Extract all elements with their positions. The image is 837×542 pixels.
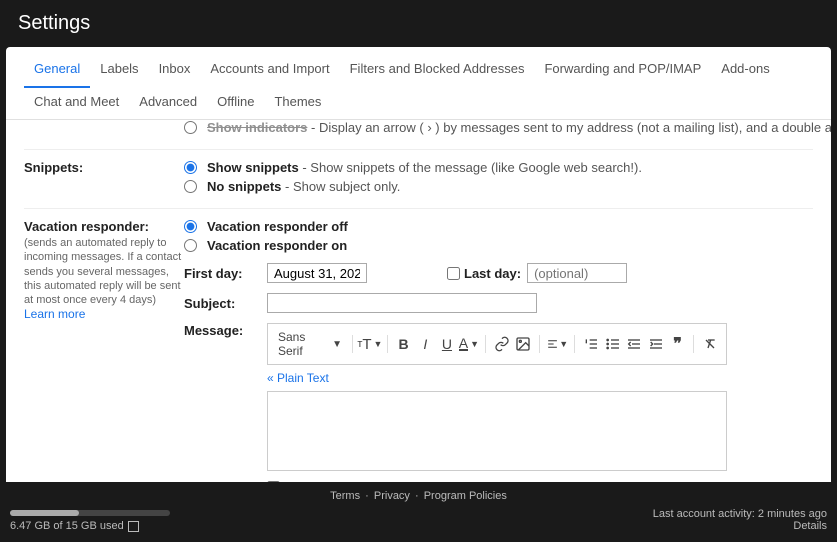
italic-button[interactable]: I bbox=[415, 333, 435, 355]
numbered-list-button[interactable] bbox=[581, 333, 601, 355]
tab-addons[interactable]: Add-ons bbox=[711, 55, 779, 88]
vacation-on-label: Vacation responder on bbox=[207, 238, 347, 253]
page-header: Settings bbox=[0, 0, 837, 47]
vacation-learn-more[interactable]: Learn more bbox=[24, 307, 184, 321]
snippets-row: Snippets: Show snippets - Show snippets … bbox=[24, 149, 813, 204]
link-button[interactable] bbox=[492, 333, 512, 355]
underline-button[interactable]: U bbox=[437, 333, 457, 355]
external-link-icon[interactable] bbox=[128, 521, 139, 532]
show-snippets-desc: - Show snippets of the message (like Goo… bbox=[299, 160, 642, 175]
details-link[interactable]: Details bbox=[653, 520, 827, 532]
last-day-checkbox[interactable] bbox=[447, 267, 460, 280]
last-day-input[interactable] bbox=[527, 263, 627, 283]
indicators-title: Show indicators bbox=[207, 120, 307, 135]
message-body-input[interactable] bbox=[267, 391, 727, 471]
storage-text: 6.47 GB of 15 GB used bbox=[10, 520, 124, 532]
footer-privacy[interactable]: Privacy bbox=[374, 490, 410, 502]
tab-themes[interactable]: Themes bbox=[264, 88, 331, 119]
font-selector[interactable]: Sans Serif ▼ bbox=[274, 328, 346, 360]
first-day-input[interactable] bbox=[267, 263, 367, 283]
footer: Terms · Privacy · Program Policies 6.47 … bbox=[0, 482, 837, 542]
last-day-label: Last day: bbox=[464, 266, 521, 281]
snippets-label: Snippets: bbox=[24, 160, 184, 175]
account-activity: Last account activity: 2 minutes ago bbox=[653, 508, 827, 520]
tab-accounts[interactable]: Accounts and Import bbox=[200, 55, 339, 88]
tab-chat[interactable]: Chat and Meet bbox=[24, 88, 129, 119]
indicators-row: Show indicators - Display an arrow ( › )… bbox=[24, 120, 813, 145]
first-day-label: First day: bbox=[184, 266, 267, 281]
chevron-down-icon: ▼ bbox=[332, 339, 342, 350]
subject-input[interactable] bbox=[267, 293, 537, 313]
show-snippets-title: Show snippets bbox=[207, 160, 299, 175]
subject-label: Subject: bbox=[184, 296, 267, 311]
settings-content: Show indicators - Display an arrow ( › )… bbox=[6, 120, 831, 490]
message-label: Message: bbox=[184, 323, 267, 338]
no-snippets-radio[interactable] bbox=[184, 180, 197, 193]
vacation-label: Vacation responder: bbox=[24, 219, 184, 234]
no-snippets-title: No snippets bbox=[207, 179, 281, 194]
storage-bar bbox=[10, 510, 170, 516]
align-button[interactable]: ▼ bbox=[546, 333, 568, 355]
image-button[interactable] bbox=[514, 333, 534, 355]
indent-more-button[interactable] bbox=[646, 333, 666, 355]
tab-general[interactable]: General bbox=[24, 55, 90, 88]
settings-tabs: General Labels Inbox Accounts and Import… bbox=[6, 47, 831, 120]
vacation-desc: (sends an automated reply to incoming me… bbox=[24, 236, 184, 307]
tab-offline[interactable]: Offline bbox=[207, 88, 264, 119]
tab-filters[interactable]: Filters and Blocked Addresses bbox=[340, 55, 535, 88]
vacation-off-radio[interactable] bbox=[184, 220, 197, 233]
tab-labels[interactable]: Labels bbox=[90, 55, 148, 88]
remove-formatting-button[interactable] bbox=[700, 333, 720, 355]
tab-advanced[interactable]: Advanced bbox=[129, 88, 207, 119]
vacation-off-label: Vacation responder off bbox=[207, 219, 348, 234]
message-toolbar: Sans Serif ▼ тT▼ B I U A▼ bbox=[267, 323, 727, 365]
indent-less-button[interactable] bbox=[624, 333, 644, 355]
font-size-button[interactable]: тT▼ bbox=[359, 333, 381, 355]
tab-forwarding[interactable]: Forwarding and POP/IMAP bbox=[534, 55, 711, 88]
show-snippets-radio[interactable] bbox=[184, 161, 197, 174]
settings-panel: General Labels Inbox Accounts and Import… bbox=[6, 47, 831, 499]
no-snippets-desc: - Show subject only. bbox=[281, 179, 400, 194]
bullet-list-button[interactable] bbox=[603, 333, 623, 355]
vacation-row: Vacation responder: (sends an automated … bbox=[24, 208, 813, 490]
plain-text-link[interactable]: « Plain Text bbox=[267, 371, 727, 385]
page-title: Settings bbox=[18, 12, 90, 34]
footer-terms[interactable]: Terms bbox=[330, 490, 360, 502]
vacation-on-radio[interactable] bbox=[184, 239, 197, 252]
footer-links: Terms · Privacy · Program Policies bbox=[10, 490, 827, 502]
show-indicators-radio[interactable] bbox=[184, 121, 197, 134]
bold-button[interactable]: B bbox=[394, 333, 414, 355]
quote-button[interactable]: ❞ bbox=[668, 333, 688, 355]
footer-policies[interactable]: Program Policies bbox=[424, 490, 507, 502]
tab-inbox[interactable]: Inbox bbox=[149, 55, 201, 88]
text-color-button[interactable]: A▼ bbox=[459, 333, 479, 355]
indicators-desc: - Display an arrow ( › ) by messages sen… bbox=[307, 120, 831, 135]
